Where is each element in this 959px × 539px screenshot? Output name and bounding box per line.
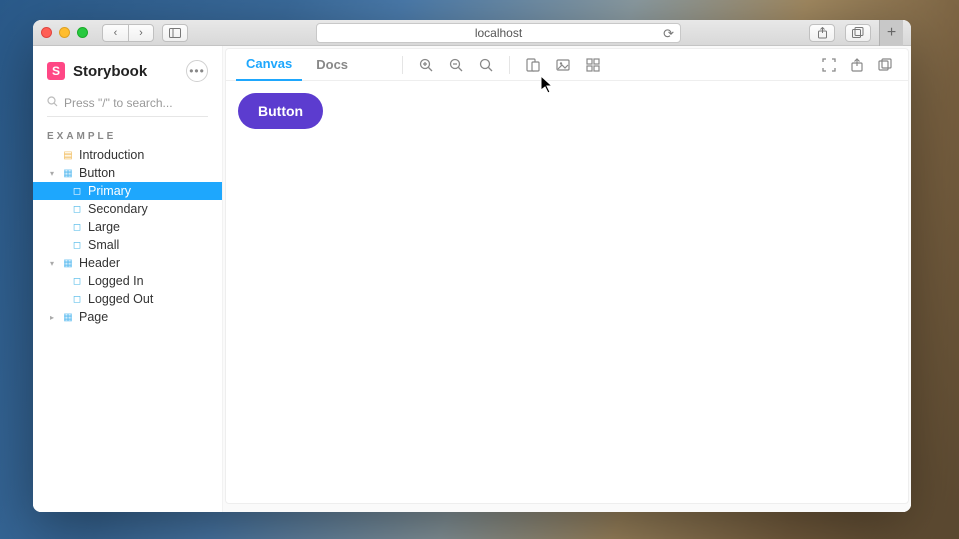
search-placeholder: Press "/" to search... [64, 96, 173, 110]
bookmark-icon: ◻ [71, 204, 83, 215]
browser-chrome: ‹ › localhost ⟳ + [33, 20, 911, 46]
component-icon: ▦ [62, 312, 74, 323]
search-input[interactable]: Press "/" to search... [47, 96, 208, 117]
sidebar-toggle-button[interactable] [162, 24, 188, 42]
divider [509, 56, 510, 74]
sidebar-header: S Storybook ••• [33, 54, 222, 88]
caret-down-icon: ▾ [47, 259, 57, 268]
sidebar-item-introduction[interactable]: ▤ Introduction [33, 146, 222, 164]
app-title: Storybook [73, 63, 147, 80]
browser-back-button[interactable]: ‹ [102, 24, 128, 42]
zoom-in-button[interactable] [413, 52, 439, 78]
zoom-out-button[interactable] [443, 52, 469, 78]
sidebar-item-label: Secondary [88, 202, 148, 216]
grid-button[interactable] [580, 52, 606, 78]
sidebar-item-header[interactable]: ▾ ▦ Header [33, 254, 222, 272]
new-tab-button[interactable]: + [879, 20, 903, 46]
window-zoom-icon[interactable] [77, 27, 88, 38]
sidebar-item-label: Header [79, 256, 120, 270]
copy-link-button[interactable] [872, 52, 898, 78]
toolbar: Canvas Docs [226, 49, 908, 81]
sidebar-item-label: Primary [88, 184, 131, 198]
sidebar-item-label: Large [88, 220, 120, 234]
bookmark-icon: ◻ [71, 276, 83, 287]
sidebar-item-label: Small [88, 238, 119, 252]
share-button[interactable] [809, 24, 835, 42]
reload-icon[interactable]: ⟳ [663, 26, 674, 42]
browser-forward-button[interactable]: › [128, 24, 154, 42]
main-panel: Canvas Docs [223, 46, 911, 512]
sidebar-item-label: Logged Out [88, 292, 153, 306]
sidebar: S Storybook ••• Press "/" to search... E… [33, 46, 223, 512]
sidebar-item-secondary[interactable]: ◻ Secondary [33, 200, 222, 218]
document-icon: ▤ [62, 150, 74, 161]
sidebar-menu-button[interactable]: ••• [186, 60, 208, 82]
sidebar-item-logged-out[interactable]: ◻ Logged Out [33, 290, 222, 308]
sidebar-item-label: Logged In [88, 274, 144, 288]
sidebar-group-label: EXAMPLE [33, 121, 222, 146]
window-close-icon[interactable] [41, 27, 52, 38]
storybook-logo-icon: S [47, 62, 65, 80]
open-new-tab-button[interactable] [844, 52, 870, 78]
sidebar-item-page[interactable]: ▸ ▦ Page [33, 308, 222, 326]
sidebar-item-large[interactable]: ◻ Large [33, 218, 222, 236]
search-icon [47, 96, 58, 110]
fullscreen-button[interactable] [816, 52, 842, 78]
preview-button[interactable]: Button [238, 93, 323, 129]
sidebar-item-label: Page [79, 310, 108, 324]
browser-window: ‹ › localhost ⟳ + S Storybook ••• [33, 20, 911, 512]
divider [402, 56, 403, 74]
caret-down-icon: ▾ [47, 169, 57, 178]
address-bar[interactable]: localhost ⟳ [316, 23, 681, 43]
zoom-reset-button[interactable] [473, 52, 499, 78]
tab-docs[interactable]: Docs [306, 49, 358, 81]
viewport-button[interactable] [520, 52, 546, 78]
sidebar-item-primary[interactable]: ◻ Primary [33, 182, 222, 200]
sidebar-item-label: Introduction [79, 148, 144, 162]
canvas-preview: Button [226, 81, 908, 503]
caret-right-icon: ▸ [47, 313, 57, 322]
tabs-button[interactable] [845, 24, 871, 42]
bookmark-icon: ◻ [71, 186, 83, 197]
bookmark-icon: ◻ [71, 240, 83, 251]
window-minimize-icon[interactable] [59, 27, 70, 38]
sidebar-item-label: Button [79, 166, 115, 180]
address-text: localhost [475, 26, 522, 40]
bookmark-icon: ◻ [71, 222, 83, 233]
sidebar-item-logged-in[interactable]: ◻ Logged In [33, 272, 222, 290]
background-button[interactable] [550, 52, 576, 78]
component-icon: ▦ [62, 168, 74, 179]
sidebar-item-small[interactable]: ◻ Small [33, 236, 222, 254]
tab-canvas[interactable]: Canvas [236, 49, 302, 81]
bookmark-icon: ◻ [71, 294, 83, 305]
sidebar-item-button[interactable]: ▾ ▦ Button [33, 164, 222, 182]
component-icon: ▦ [62, 258, 74, 269]
